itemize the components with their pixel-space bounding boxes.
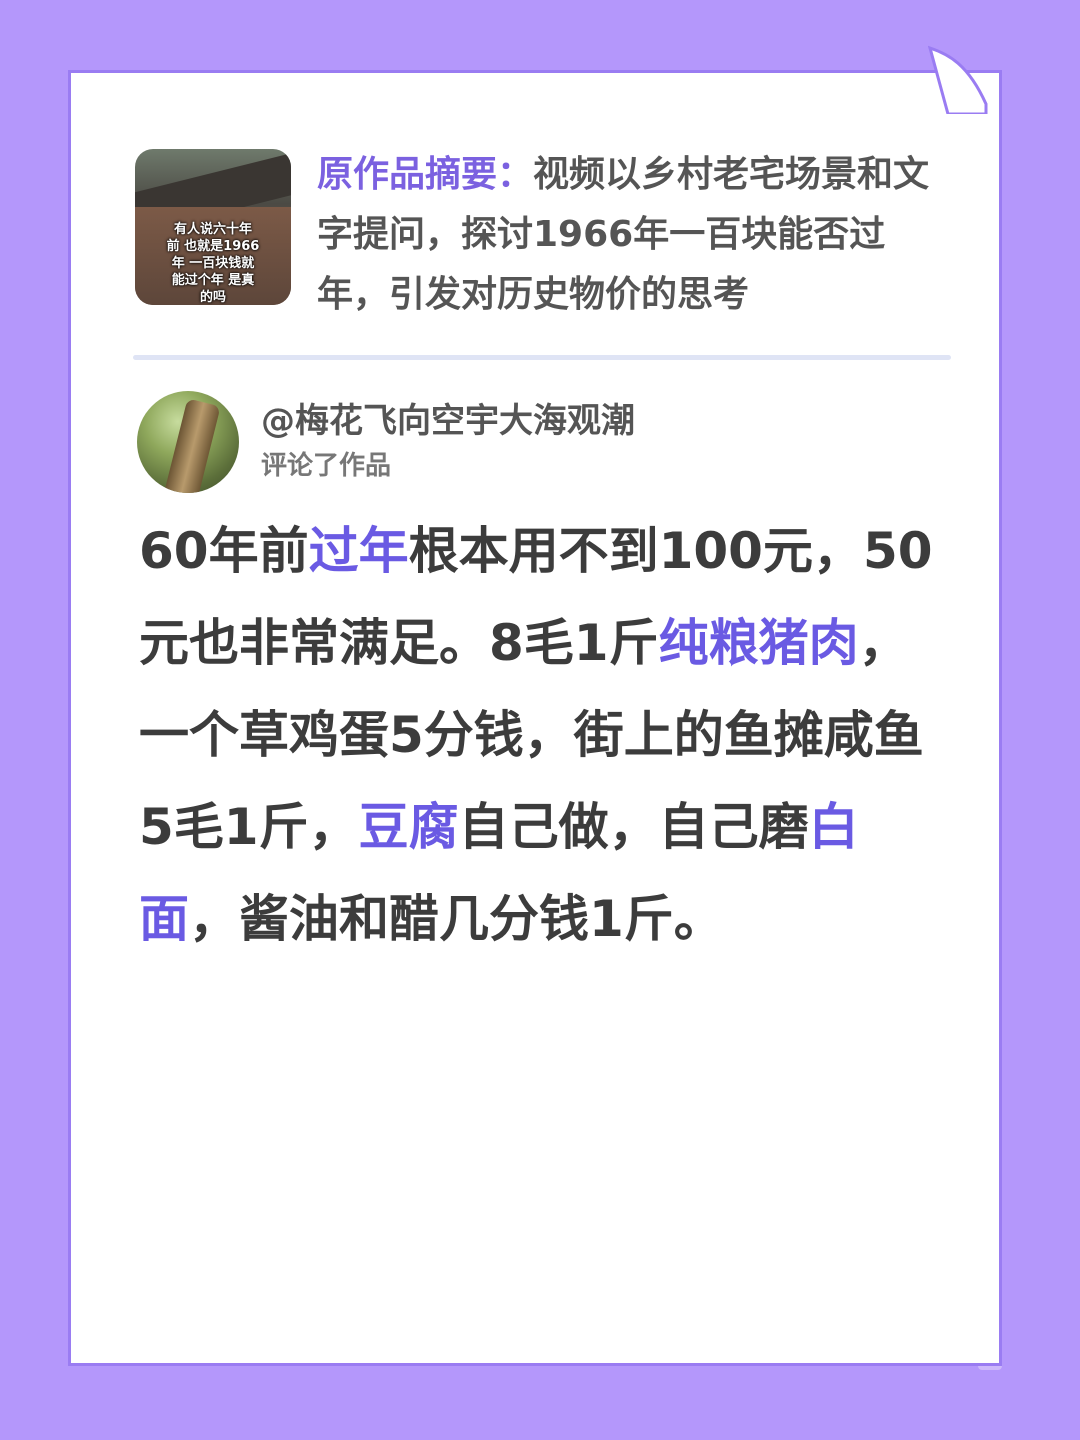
video-thumbnail[interactable]: 有人说六十年 前 也就是1966 年 一百块钱就 能过个年 是真 的吗 bbox=[135, 149, 291, 305]
avatar[interactable] bbox=[137, 391, 239, 493]
comment-author-name[interactable]: @梅花飞向空宇大海观潮 bbox=[261, 399, 635, 443]
comment-segment: 60年前 bbox=[139, 522, 309, 580]
comment-highlight: 过年 bbox=[308, 522, 409, 580]
comment-highlight: 豆腐 bbox=[358, 798, 459, 856]
divider bbox=[133, 355, 951, 360]
summary-text-block: 原作品摘要：视频以乡村老宅场景和文字提问，探讨1966年一百块能否过年，引发对历… bbox=[317, 145, 957, 325]
comment-segment: 自己做，自己磨 bbox=[458, 798, 809, 856]
summary-label: 原作品摘要： bbox=[317, 154, 534, 195]
original-summary: 有人说六十年 前 也就是1966 年 一百块钱就 能过个年 是真 的吗 原作品摘… bbox=[135, 145, 955, 315]
thumbnail-caption: 有人说六十年 前 也就是1966 年 一百块钱就 能过个年 是真 的吗 bbox=[166, 222, 260, 305]
page-curl-corner bbox=[928, 45, 988, 114]
comment-highlight: 纯粮猪肉 bbox=[658, 614, 859, 672]
tree-trunk-image bbox=[163, 398, 221, 493]
note-card: 有人说六十年 前 也就是1966 年 一百块钱就 能过个年 是真 的吗 原作品摘… bbox=[68, 70, 1002, 1366]
comment-segment: ，酱油和醋几分钱1斤。 bbox=[189, 890, 724, 948]
comment-text: 60年前过年根本用不到100元，50元也非常满足。8毛1斤纯粮猪肉，一个草鸡蛋5… bbox=[139, 505, 939, 965]
comment-author-action: 评论了作品 bbox=[261, 451, 392, 481]
